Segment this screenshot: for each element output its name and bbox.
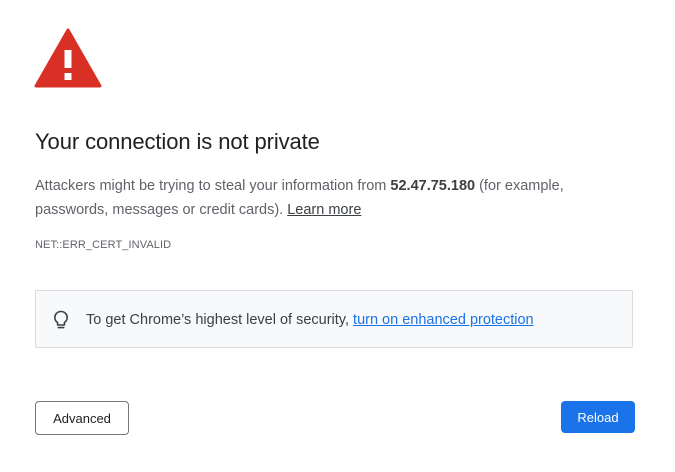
enhanced-protection-box: To get Chrome’s highest level of securit… (35, 290, 633, 348)
lightbulb-icon (53, 310, 69, 330)
error-code[interactable]: NET::ERR_CERT_INVALID (35, 237, 171, 253)
message-prefix: Attackers might be trying to steal your … (35, 178, 391, 194)
advanced-button[interactable]: Advanced (35, 401, 129, 435)
enhanced-protection-text: To get Chrome’s highest level of securit… (86, 310, 534, 330)
enhanced-protection-link[interactable]: turn on enhanced protection (353, 312, 534, 328)
learn-more-link[interactable]: Learn more (287, 202, 361, 218)
page-title: Your connection is not private (35, 129, 320, 154)
reload-button[interactable]: Reload (561, 401, 635, 433)
error-message: Attackers might be trying to steal your … (35, 174, 635, 222)
warning-triangle-icon (34, 28, 102, 88)
host-address: 52.47.75.180 (390, 178, 476, 194)
enhanced-protection-prefix: To get Chrome’s highest level of securit… (86, 312, 354, 328)
